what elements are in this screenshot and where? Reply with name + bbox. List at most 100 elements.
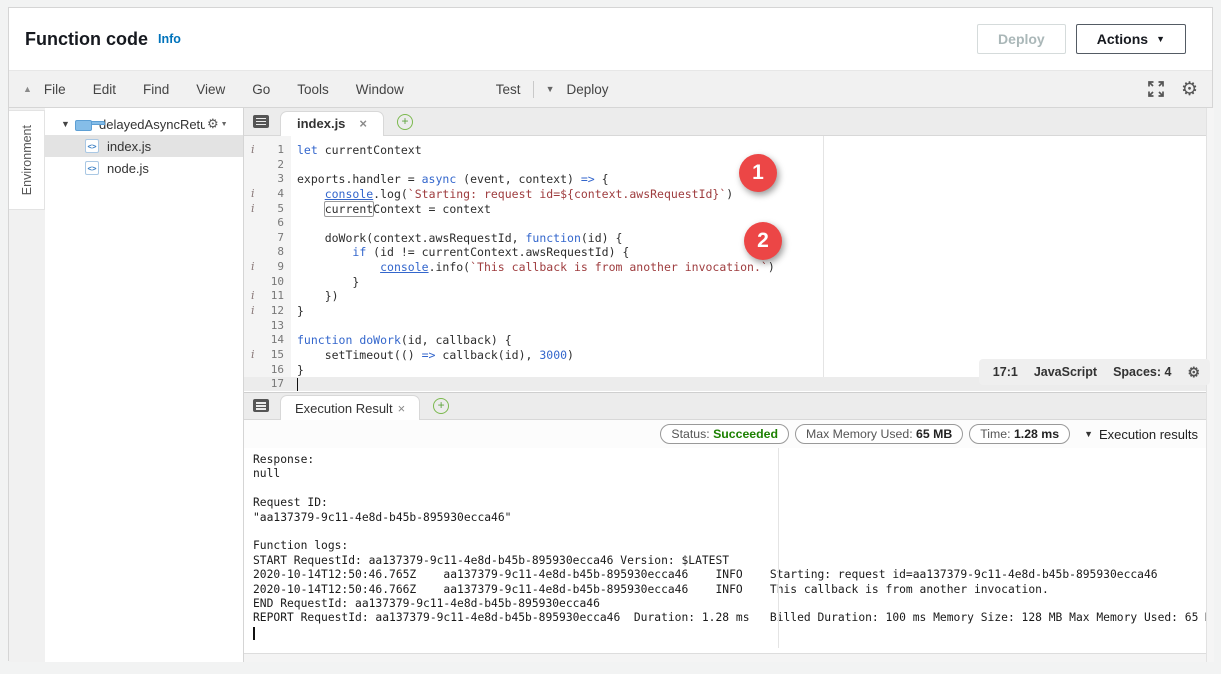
close-icon[interactable]: × — [398, 401, 406, 416]
menu-tools[interactable]: Tools — [297, 82, 329, 97]
code-text — [291, 158, 297, 173]
line-number: 4 — [257, 187, 284, 202]
info-annotation-icon: i — [244, 348, 257, 363]
gutter-cell: 14 — [244, 333, 291, 348]
gutter-cell: i1 — [244, 143, 291, 158]
gutter-cell: 16 — [244, 363, 291, 378]
new-tab-button[interactable]: + — [397, 114, 413, 130]
panel-header: Function code Info Deploy Actions ▼ — [9, 8, 1212, 70]
folder-icon — [75, 118, 92, 131]
cursor-position[interactable]: 17:1 — [993, 365, 1018, 379]
code-line-7: 7 doWork(context.awsRequestId, function(… — [244, 231, 1206, 246]
output-line: START RequestId: aa137379-9c11-4e8d-b45b… — [253, 554, 1206, 568]
vertical-scrollbar[interactable] — [1206, 108, 1214, 662]
file-tree: ▼ delayedAsyncReturn ⚙▼ <> index.js <>node… — [45, 108, 244, 662]
new-tab-button[interactable]: + — [433, 398, 449, 414]
output-line: 2020-10-14T12:50:46.765Z aa137379-9c11-4… — [253, 568, 1206, 582]
menu-file[interactable]: File — [44, 82, 66, 97]
gutter-cell: i4 — [244, 187, 291, 202]
status-badge: Status: Succeeded — [660, 424, 789, 444]
code-text: if (id != currentContext.awsRequestId) { — [291, 245, 629, 260]
output-line: Request ID: — [253, 496, 1206, 510]
gutter-cell: 8 — [244, 245, 291, 260]
tree-file-index.js[interactable]: <> index.js — [45, 135, 243, 157]
line-number: 17 — [257, 377, 284, 391]
tree-folder-row[interactable]: ▼ delayedAsyncReturn ⚙▼ — [45, 113, 243, 135]
line-number: 9 — [257, 260, 284, 275]
line-number: 13 — [257, 319, 284, 334]
code-line-12: i12} — [244, 304, 1206, 319]
editor-tabbar: index.js × + — [244, 108, 1206, 136]
folder-expand-icon[interactable]: ▼ — [61, 119, 75, 129]
settings-gear-icon[interactable]: ⚙ — [1181, 78, 1198, 101]
gutter-cell: 6 — [244, 216, 291, 231]
tree-gear-menu[interactable]: ⚙▼ — [207, 116, 228, 132]
editor-statusbar: 17:1 JavaScript Spaces: 4 ⚙ — [979, 359, 1210, 385]
fullscreen-icon[interactable] — [1147, 80, 1165, 98]
menu-go[interactable]: Go — [252, 82, 270, 97]
menu-test[interactable]: Test — [496, 82, 521, 97]
indent-setting[interactable]: Spaces: 4 — [1113, 365, 1171, 379]
chevron-down-icon: ▼ — [1084, 429, 1093, 439]
file-name: index.js — [107, 139, 151, 154]
code-text — [291, 216, 297, 231]
menu-view[interactable]: View — [196, 82, 225, 97]
info-link[interactable]: Info — [158, 32, 181, 46]
code-line-13: 13 — [244, 319, 1206, 334]
line-number: 6 — [257, 216, 284, 231]
info-annotation-icon — [244, 363, 257, 378]
print-margin-ruler — [778, 448, 779, 648]
annotation-badge-2: 2 — [744, 222, 782, 260]
output-line: null — [253, 467, 1206, 481]
execution-results-toggle[interactable]: ▼ Execution results — [1084, 427, 1198, 442]
code-line-10: 10 } — [244, 275, 1206, 290]
environment-tab[interactable]: Environment — [9, 110, 45, 210]
line-number: 3 — [257, 172, 284, 187]
js-file-icon: <> — [85, 161, 99, 175]
code-line-3: 3exports.handler = async (event, context… — [244, 172, 1206, 187]
line-number: 8 — [257, 245, 284, 260]
line-number: 11 — [257, 289, 284, 304]
status-badge: Max Memory Used: 65 MB — [795, 424, 963, 444]
gutter-cell: 17 — [244, 377, 291, 391]
collapse-pane-icon[interactable]: ▲ — [23, 84, 32, 94]
menu-find[interactable]: Find — [143, 82, 169, 97]
code-editor[interactable]: i1let currentContext23exports.handler = … — [244, 136, 1206, 391]
info-annotation-icon — [244, 158, 257, 173]
tree-file-node.js[interactable]: <>node.js — [45, 157, 243, 179]
code-text: currentContext = context — [291, 202, 491, 217]
editor-zone: index.js × + i1let currentContext23expor… — [244, 108, 1206, 662]
language-mode[interactable]: JavaScript — [1034, 365, 1097, 379]
editor-settings-gear-icon[interactable]: ⚙ — [1187, 364, 1200, 381]
tab-execution-result[interactable]: Execution Result × — [280, 395, 420, 420]
actions-button[interactable]: Actions ▼ — [1076, 24, 1186, 54]
test-dropdown-icon[interactable]: ▼ — [546, 84, 555, 94]
tab-index-js[interactable]: index.js × — [280, 111, 384, 136]
gutter-cell: i12 — [244, 304, 291, 319]
gutter-cell: i5 — [244, 202, 291, 217]
code-line-5: i5 currentContext = context — [244, 202, 1206, 217]
horizontal-scrollbar[interactable] — [244, 653, 1206, 662]
output-line — [253, 525, 1206, 539]
code-line-14: 14function doWork(id, callback) { — [244, 333, 1206, 348]
gutter-cell: i9 — [244, 260, 291, 275]
code-line-11: i11 }) — [244, 289, 1206, 304]
folder-name: delayedAsyncReturn — [99, 117, 205, 132]
info-annotation-icon — [244, 377, 257, 391]
code-text: function doWork(id, callback) { — [291, 333, 512, 348]
tab-list-icon[interactable] — [253, 399, 271, 413]
js-file-icon: <> — [85, 139, 99, 153]
gutter-cell: 2 — [244, 158, 291, 173]
tab-list-icon[interactable] — [253, 115, 271, 129]
menu-window[interactable]: Window — [356, 82, 404, 97]
code-text: doWork(context.awsRequestId, function(id… — [291, 231, 622, 246]
info-annotation-icon: i — [244, 304, 257, 319]
menu-deploy[interactable]: Deploy — [566, 82, 608, 97]
menu-edit[interactable]: Edit — [93, 82, 116, 97]
line-number: 10 — [257, 275, 284, 290]
close-icon[interactable]: × — [359, 116, 367, 131]
code-line-1: i1let currentContext — [244, 143, 1206, 158]
deploy-button[interactable]: Deploy — [977, 24, 1066, 54]
output-line: 2020-10-14T12:50:46.766Z aa137379-9c11-4… — [253, 583, 1206, 597]
execution-output[interactable]: Response:null Request ID:"aa137379-9c11-… — [244, 448, 1206, 653]
